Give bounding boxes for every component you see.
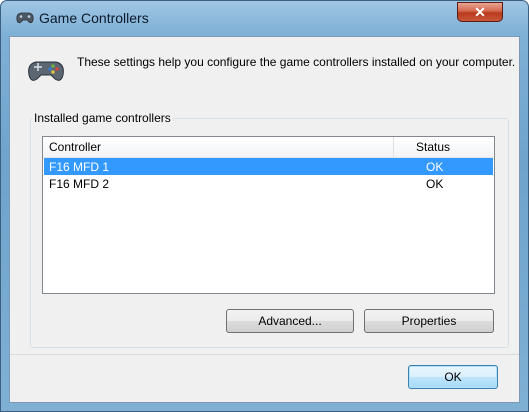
controller-name: F16 MFD 1 (49, 160, 110, 174)
controller-status: OK (426, 177, 444, 191)
properties-button[interactable]: Properties (364, 309, 494, 333)
title-bar[interactable]: Game Controllers ✕ (1, 1, 528, 35)
controller-status: OK (426, 160, 444, 174)
advanced-button[interactable]: Advanced... (226, 309, 354, 333)
gamepad-icon (16, 12, 34, 24)
controller-list[interactable]: Controller Status F16 MFD 1 OK F16 MFD 2… (42, 136, 495, 294)
game-controllers-window: Game Controllers ✕ These settings help y… (0, 0, 529, 412)
list-header: Controller Status (43, 137, 494, 158)
group-label: Installed game controllers (32, 111, 173, 125)
column-divider[interactable] (393, 137, 394, 157)
table-row[interactable]: F16 MFD 1 OK (44, 158, 493, 175)
column-header-controller[interactable]: Controller (49, 140, 101, 154)
dialog-client-area: These settings help you configure the ga… (9, 36, 520, 403)
window-title: Game Controllers (39, 10, 149, 26)
gamepad-icon (28, 61, 64, 81)
ok-button[interactable]: OK (408, 365, 498, 389)
close-icon: ✕ (474, 4, 486, 20)
description-text: These settings help you configure the ga… (77, 55, 516, 69)
controller-name: F16 MFD 2 (49, 177, 110, 191)
column-header-status[interactable]: Status (416, 140, 450, 154)
close-button[interactable]: ✕ (457, 2, 503, 22)
table-row[interactable]: F16 MFD 2 OK (44, 175, 493, 192)
